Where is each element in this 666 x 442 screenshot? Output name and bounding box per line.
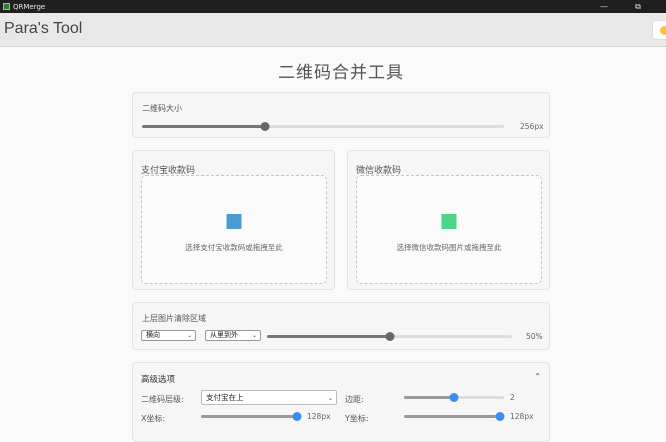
x-coordinate-value: 128px	[307, 412, 331, 421]
qr-size-slider[interactable]	[142, 121, 504, 131]
y-coordinate-value: 128px	[510, 412, 534, 421]
window-titlebar: QRMerge — ⧉	[0, 0, 666, 13]
app-icon	[3, 3, 10, 10]
slider-thumb[interactable]	[495, 412, 505, 421]
margin-value: 2	[510, 393, 515, 402]
layer-select[interactable]: 支付宝在上 ⌄	[201, 390, 337, 405]
advanced-options-card: 高级选项 ⌃ 二维码层级: 支付宝在上 ⌄ 边距: 2 X坐标: 128px Y…	[132, 362, 550, 442]
chevron-up-icon[interactable]: ⌃	[534, 372, 541, 381]
clear-region-slider[interactable]	[267, 331, 512, 341]
qr-size-label: 二维码大小	[142, 104, 182, 113]
order-select-value: 从里到外	[210, 331, 238, 339]
slider-thumb[interactable]	[292, 412, 302, 421]
qr-size-card: 二维码大小 256px	[132, 92, 550, 138]
sun-icon	[660, 26, 666, 35]
wechat-dropzone-hint: 选择微信收款码图片或拖拽至此	[396, 243, 502, 252]
margin-label: 边距:	[345, 395, 364, 404]
maximize-button[interactable]: ⧉	[626, 0, 650, 13]
direction-select[interactable]: 横向 ⌄	[141, 330, 196, 341]
app-title: Para's Tool	[4, 20, 83, 37]
order-select[interactable]: 从里到外 ⌄	[205, 330, 261, 341]
window-title: QRMerge	[13, 2, 46, 11]
advanced-title: 高级选项	[141, 375, 176, 385]
wechat-dropzone[interactable]: 选择微信收款码图片或拖拽至此	[356, 175, 542, 284]
y-coordinate-label: Y坐标:	[345, 414, 369, 423]
clear-region-card: 上层图片清除区域 横向 ⌄ 从里到外 ⌄ 50%	[132, 302, 550, 350]
minimize-button[interactable]: —	[592, 0, 616, 13]
alipay-qr-icon	[226, 214, 242, 229]
wechat-qr-icon	[441, 214, 457, 229]
x-coordinate-slider[interactable]	[201, 411, 302, 421]
qr-size-value: 256px	[520, 122, 544, 131]
y-coordinate-slider[interactable]	[404, 411, 505, 421]
chevron-down-icon: ⌄	[327, 395, 333, 402]
layer-select-value: 支付宝在上	[206, 393, 244, 402]
slider-thumb[interactable]	[260, 122, 270, 131]
direction-select-value: 横向	[146, 331, 160, 339]
slider-thumb[interactable]	[385, 332, 394, 341]
app-header: Para's Tool	[0, 13, 666, 47]
page-title: 二维码合并工具	[278, 63, 404, 83]
theme-toggle-button[interactable]	[652, 20, 666, 40]
alipay-dropzone-hint: 选择支付宝收款码或拖拽至此	[185, 243, 283, 252]
clear-region-value: 50%	[526, 332, 543, 341]
margin-slider[interactable]	[404, 392, 504, 402]
alipay-card: 支付宝收款码 选择支付宝收款码或拖拽至此	[132, 150, 335, 290]
x-coordinate-label: X坐标:	[141, 414, 166, 423]
clear-region-label: 上层图片清除区域	[142, 314, 206, 323]
alipay-dropzone[interactable]: 选择支付宝收款码或拖拽至此	[141, 175, 327, 284]
layer-label: 二维码层级:	[141, 395, 184, 404]
wechat-card: 微信收款码 选择微信收款码图片或拖拽至此	[347, 150, 550, 290]
slider-thumb[interactable]	[449, 393, 459, 402]
chevron-down-icon: ⌄	[251, 332, 257, 339]
chevron-down-icon: ⌄	[186, 332, 192, 339]
